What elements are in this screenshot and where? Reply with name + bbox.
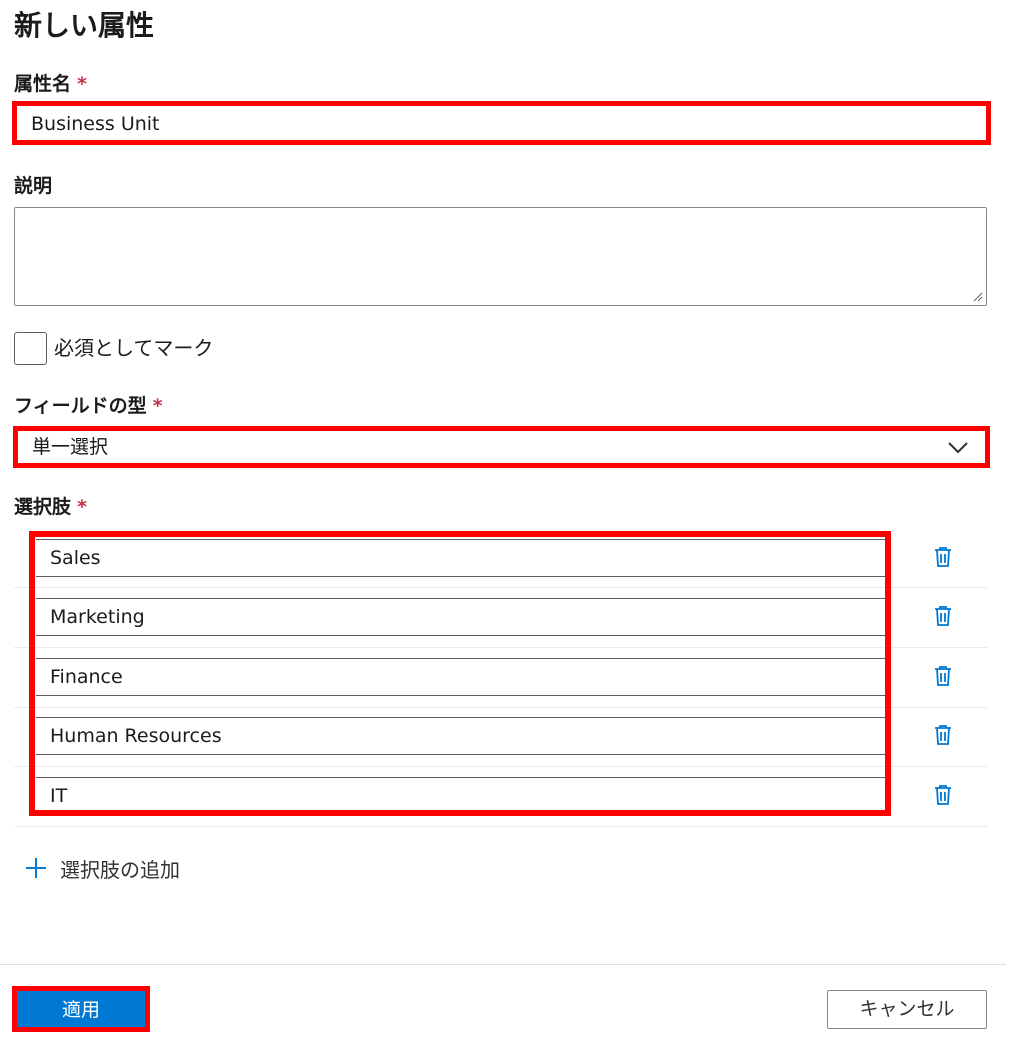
choice-input[interactable]: Human Resources [36, 717, 886, 755]
choice-value: Marketing [50, 606, 145, 628]
attribute-name-input[interactable]: Business Unit [12, 101, 991, 145]
required-asterisk: * [77, 73, 87, 95]
panel-title: 新しい属性 [14, 9, 155, 42]
choices-label-text: 選択肢 [14, 496, 72, 518]
mark-required-checkbox[interactable] [14, 332, 47, 365]
row-divider [14, 826, 988, 827]
trash-icon[interactable] [932, 604, 954, 628]
resize-grip-icon[interactable] [973, 292, 983, 302]
field-type-label: フィールドの型 * [14, 393, 163, 419]
choice-value: Human Resources [50, 725, 222, 747]
choice-value: Finance [50, 666, 123, 688]
row-divider [14, 707, 988, 708]
mark-required-label: 必須としてマーク [54, 336, 214, 360]
required-asterisk: * [77, 496, 87, 518]
trash-icon[interactable] [932, 664, 954, 688]
apply-button[interactable]: 適用 [17, 991, 145, 1027]
choice-input[interactable]: Marketing [36, 598, 886, 636]
attribute-name-value: Business Unit [31, 113, 160, 135]
trash-icon[interactable] [932, 545, 954, 569]
field-type-label-text: フィールドの型 [14, 395, 147, 417]
field-type-dropdown[interactable]: 単一選択 [13, 426, 990, 468]
choice-value: Sales [50, 547, 101, 569]
choice-input[interactable]: Sales [36, 539, 886, 577]
chevron-down-icon [948, 442, 968, 454]
footer-divider [0, 964, 1006, 965]
attribute-name-label-text: 属性名 [14, 73, 72, 95]
choices-label: 選択肢 * [14, 494, 87, 520]
required-asterisk: * [152, 395, 163, 417]
plus-icon [26, 858, 46, 878]
row-divider [14, 587, 988, 588]
choice-input[interactable]: Finance [36, 658, 886, 696]
cancel-button[interactable]: キャンセル [827, 990, 987, 1029]
trash-icon[interactable] [932, 723, 954, 747]
description-textarea[interactable] [14, 207, 987, 306]
choice-value: IT [50, 785, 68, 807]
attribute-name-label: 属性名 * [14, 71, 87, 97]
row-divider [14, 647, 988, 648]
description-label: 説明 [14, 175, 53, 197]
choice-input[interactable]: IT [36, 777, 886, 815]
field-type-selected-value: 単一選択 [32, 436, 109, 458]
trash-icon[interactable] [932, 783, 954, 807]
row-divider [14, 766, 988, 767]
add-choice-label: 選択肢の追加 [60, 857, 180, 882]
add-choice-button[interactable]: 選択肢の追加 [24, 852, 180, 884]
